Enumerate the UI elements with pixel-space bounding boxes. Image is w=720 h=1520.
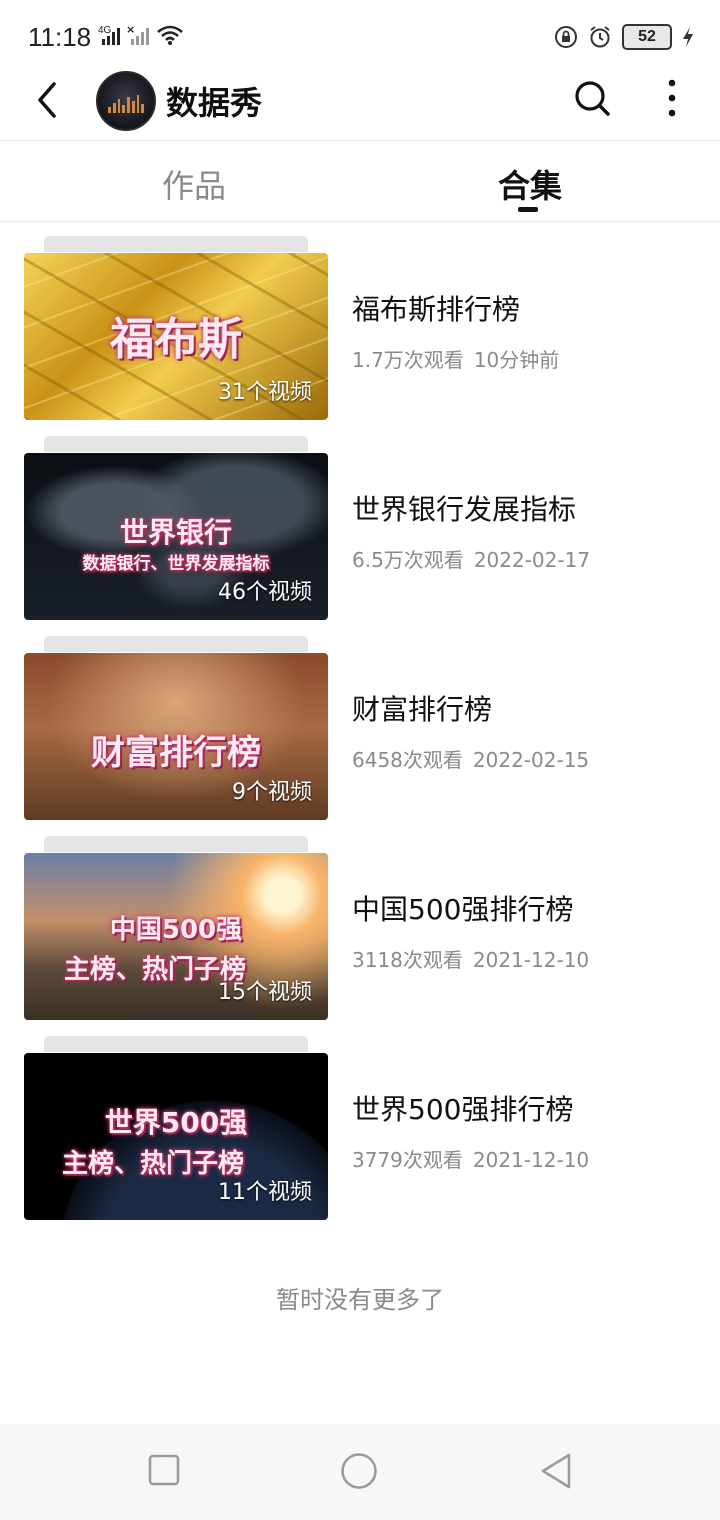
view-count: 3118次观看 xyxy=(352,948,463,972)
status-time: 11:18 xyxy=(28,22,92,52)
system-nav-bar xyxy=(0,1424,720,1520)
tab-collections[interactable]: 合集 xyxy=(498,161,562,207)
collection-item[interactable]: 中国500强 主榜、热门子榜 15个视频 中国500强排行榜 3118次观看 20… xyxy=(0,822,720,1022)
collection-thumbnail[interactable]: 财富排行榜 9个视频 xyxy=(24,636,328,820)
more-vertical-icon[interactable] xyxy=(660,78,684,118)
thumbnail-image: 财富排行榜 9个视频 xyxy=(24,653,328,820)
video-count: 31个视频 xyxy=(218,380,312,405)
update-time: 2022-02-17 xyxy=(473,548,591,572)
collection-title: 世界银行发展指标 xyxy=(352,493,577,526)
channel-name: 数据秀 xyxy=(166,84,263,122)
collections-list: 福布斯 31个视频 福布斯排行榜 1.7万次观看 10分钟前 世界银行 数据银行、… xyxy=(0,222,720,1222)
video-count: 46个视频 xyxy=(218,580,312,605)
cellular-signal-2-icon: × xyxy=(126,24,149,45)
video-count: 11个视频 xyxy=(218,1180,312,1205)
view-count: 6.5万次观看 xyxy=(352,548,464,572)
collection-title: 财富排行榜 xyxy=(352,693,493,726)
alarm-icon xyxy=(590,26,610,48)
thumbnail-caption: 福布斯 xyxy=(110,314,242,365)
wifi-icon xyxy=(157,25,183,45)
collection-item[interactable]: 世界银行 数据银行、世界发展指标 46个视频 世界银行发展指标 6.5万次观看 2… xyxy=(0,422,720,622)
thumbnail-image: 中国500强 主榜、热门子榜 15个视频 xyxy=(24,853,328,1020)
tab-works[interactable]: 作品 xyxy=(162,161,226,207)
collection-thumbnail[interactable]: 世界银行 数据银行、世界发展指标 46个视频 xyxy=(24,436,328,620)
collection-thumbnail[interactable]: 福布斯 31个视频 xyxy=(24,236,328,420)
triangle-back-nav-icon[interactable] xyxy=(538,1452,574,1490)
thumbnail-caption: 世界银行 xyxy=(119,516,232,549)
end-of-list-message: 暂时没有更多了 xyxy=(276,1286,444,1314)
search-icon[interactable] xyxy=(572,78,612,118)
update-time: 2022-02-15 xyxy=(472,748,590,772)
collection-title: 福布斯排行榜 xyxy=(352,293,521,326)
status-right-group: 52 xyxy=(554,22,694,52)
collection-meta: 6458次观看 2022-02-15 xyxy=(352,744,589,773)
channel-avatar[interactable] xyxy=(96,71,156,131)
thumbnail-caption: 中国500强 xyxy=(109,915,243,945)
tab-bar: 作品 合集 xyxy=(0,141,720,222)
collection-meta: 1.7万次观看 10分钟前 xyxy=(352,344,559,373)
video-count: 9个视频 xyxy=(232,780,312,805)
avatar-graphic xyxy=(108,95,144,113)
collection-meta: 6.5万次观看 2022-02-17 xyxy=(352,544,590,573)
lock-rotation-icon xyxy=(555,26,577,48)
thumbnail-stack-shadow xyxy=(44,636,308,652)
collection-meta: 3779次观看 2021-12-10 xyxy=(352,1144,589,1173)
battery-indicator: 52 xyxy=(622,24,672,50)
collection-item[interactable]: 福布斯 31个视频 福布斯排行榜 1.7万次观看 10分钟前 xyxy=(0,222,720,422)
view-count: 3779次观看 xyxy=(352,1148,463,1172)
collection-thumbnail[interactable]: 世界500强 主榜、热门子榜 11个视频 xyxy=(24,1036,328,1220)
thumbnail-stack-shadow xyxy=(44,836,308,852)
back-arrow-icon[interactable] xyxy=(30,78,70,122)
thumbnail-image: 世界银行 数据银行、世界发展指标 46个视频 xyxy=(24,453,328,620)
thumbnail-caption: 世界500强 xyxy=(104,1106,248,1139)
update-time: 10分钟前 xyxy=(473,348,560,372)
thumbnail-stack-shadow xyxy=(44,236,308,252)
collection-title: 世界500强排行榜 xyxy=(352,1093,574,1126)
video-count: 15个视频 xyxy=(218,980,312,1005)
active-tab-indicator xyxy=(518,207,538,212)
square-nav-icon[interactable] xyxy=(148,1454,180,1486)
thumbnail-image: 福布斯 31个视频 xyxy=(24,253,328,420)
network-type-label: 4G xyxy=(98,25,112,36)
charging-bolt-icon xyxy=(683,27,693,47)
thumbnail-stack-shadow xyxy=(44,436,308,452)
collection-item[interactable]: 世界500强 主榜、热门子榜 11个视频 世界500强排行榜 3779次观看 20… xyxy=(0,1022,720,1222)
circle-nav-icon[interactable] xyxy=(340,1452,378,1490)
collection-meta: 3118次观看 2021-12-10 xyxy=(352,944,589,973)
thumbnail-image: 世界500强 主榜、热门子榜 11个视频 xyxy=(24,1053,328,1220)
collection-thumbnail[interactable]: 中国500强 主榜、热门子榜 15个视频 xyxy=(24,836,328,1020)
view-count: 6458次观看 xyxy=(352,748,463,772)
svg-text:×: × xyxy=(126,24,135,36)
update-time: 2021-12-10 xyxy=(472,1148,590,1172)
app-header: 数据秀 xyxy=(0,62,720,141)
collection-item[interactable]: 财富排行榜 9个视频 财富排行榜 6458次观看 2022-02-15 xyxy=(0,622,720,822)
thumbnail-subcaption: 数据银行、世界发展指标 xyxy=(82,554,270,574)
thumbnail-stack-shadow xyxy=(44,1036,308,1052)
view-count: 1.7万次观看 xyxy=(352,348,464,372)
collection-title: 中国500强排行榜 xyxy=(352,893,574,926)
thumbnail-caption: 财富排行榜 xyxy=(91,733,261,773)
update-time: 2021-12-10 xyxy=(472,948,590,972)
